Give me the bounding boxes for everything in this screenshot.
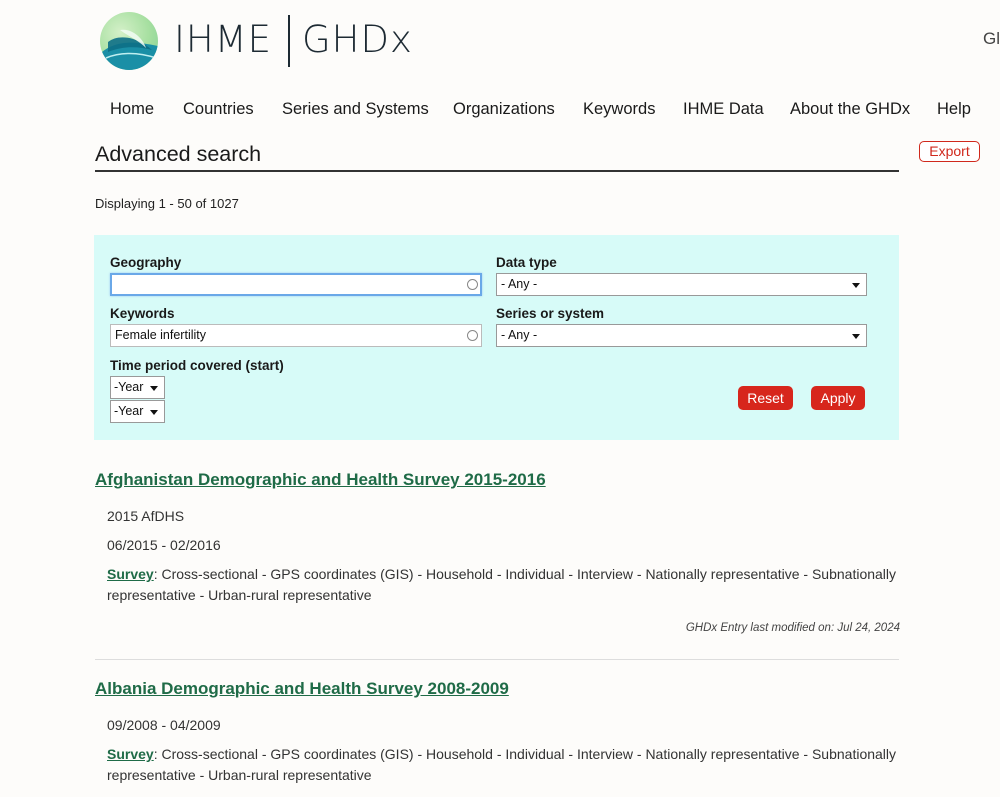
result-modified-date: GHDx Entry last modified on: Jul 24, 202…: [685, 622, 900, 634]
results-count: Displaying 1 - 50 of 1027: [95, 196, 239, 211]
result-description: Survey: Cross-sectional - GPS coordinate…: [107, 564, 897, 606]
data-type-select[interactable]: - Any -: [496, 273, 867, 296]
start-year-select[interactable]: -Year: [110, 376, 165, 399]
result-type-link[interactable]: Survey: [107, 566, 154, 582]
dropdown-caret-icon: [852, 283, 860, 288]
dropdown-caret-icon: [852, 334, 860, 339]
data-type-value: - Any -: [501, 277, 538, 291]
ihme-logo-icon[interactable]: [100, 12, 158, 70]
result-description-text: : Cross-sectional - GPS coordinates (GIS…: [107, 566, 897, 603]
time-period-label: Time period covered (start): [110, 358, 284, 373]
autocomplete-throbber-icon: [467, 279, 478, 290]
nav-item-keywords[interactable]: Keywords: [583, 100, 655, 119]
dropdown-caret-icon: [150, 386, 158, 391]
result-title-link[interactable]: Albania Demographic and Health Survey 20…: [95, 679, 509, 699]
end-year-select[interactable]: -Year: [110, 400, 165, 423]
result-description: Survey: Cross-sectional - GPS coordinate…: [107, 744, 897, 786]
result-short-name: 2015 AfDHS: [107, 508, 185, 524]
nav-item-countries[interactable]: Countries: [183, 100, 254, 119]
series-select[interactable]: - Any -: [496, 324, 867, 347]
brand-divider: [288, 15, 290, 67]
geography-label: Geography: [110, 255, 182, 270]
nav-item-series-and-systems[interactable]: Series and Systems: [282, 100, 429, 119]
result-dates: 06/2015 - 02/2016: [107, 537, 221, 553]
nav-item-help[interactable]: Help: [937, 100, 971, 119]
start-year-value: -Year: [114, 380, 144, 394]
keywords-label: Keywords: [110, 306, 175, 321]
nav-item-about[interactable]: About the GHDx: [790, 100, 910, 119]
result-divider: [95, 659, 899, 660]
data-type-label: Data type: [496, 255, 557, 270]
export-button[interactable]: Export: [919, 141, 980, 162]
nav-item-home[interactable]: Home: [110, 100, 154, 119]
title-divider: [95, 170, 899, 172]
reset-button[interactable]: Reset: [738, 386, 793, 410]
brand-ghdx[interactable]: GHDx: [302, 18, 413, 61]
apply-button[interactable]: Apply: [811, 386, 865, 410]
result-title-link[interactable]: Afghanistan Demographic and Health Surve…: [95, 470, 546, 490]
nav-item-organizations[interactable]: Organizations: [453, 100, 555, 119]
result-type-link[interactable]: Survey: [107, 746, 154, 762]
site-header: IHME GHDx Gl: [0, 0, 1000, 80]
result-description-text: : Cross-sectional - GPS coordinates (GIS…: [107, 746, 897, 783]
search-filters-panel: Geography Data type - Any - Keywords Fem…: [94, 235, 899, 440]
keywords-input[interactable]: Female infertility: [110, 324, 482, 347]
dropdown-caret-icon: [150, 410, 158, 415]
end-year-value: -Year: [114, 404, 144, 418]
page-title: Advanced search: [95, 142, 262, 166]
series-value: - Any -: [501, 328, 538, 342]
brand-ihme[interactable]: IHME: [174, 18, 272, 61]
keywords-value: Female infertility: [115, 328, 206, 342]
header-right-link[interactable]: Gl: [983, 29, 1000, 49]
result-dates: 09/2008 - 04/2009: [107, 717, 221, 733]
geography-input[interactable]: [110, 273, 482, 296]
nav-item-ihme-data[interactable]: IHME Data: [683, 100, 764, 119]
autocomplete-throbber-icon: [467, 330, 478, 341]
series-label: Series or system: [496, 306, 605, 321]
